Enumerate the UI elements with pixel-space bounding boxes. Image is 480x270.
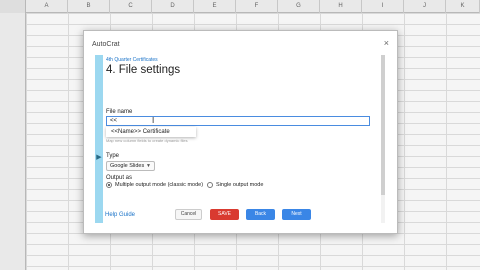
radio-multiple-output-label: Multiple output mode (classic mode) <box>115 182 204 188</box>
radio-multiple-output[interactable]: Multiple output mode (classic mode) <box>106 182 203 188</box>
autocomplete-suggestion[interactable]: <<Name>> Certificate <box>106 127 196 137</box>
type-select[interactable]: Google Slides ▼ <box>106 161 155 171</box>
radio-selected-icon[interactable] <box>106 182 112 188</box>
step-sidebar: ▶ <box>95 55 103 223</box>
radio-unselected-icon[interactable] <box>207 182 213 188</box>
type-label: Type <box>106 153 120 159</box>
close-icon[interactable]: × <box>384 38 389 48</box>
autocrat-dialog: AutoCrat × ▶ 4th Quarter Certificates 4.… <box>83 30 398 234</box>
save-button[interactable]: SAVE <box>210 209 239 220</box>
dialog-title: AutoCrat <box>92 41 120 48</box>
job-breadcrumb[interactable]: 4th Quarter Certificates <box>106 57 158 63</box>
help-guide-link[interactable]: Help Guide <box>105 212 135 218</box>
radio-single-output[interactable]: Single output mode <box>207 182 263 188</box>
scroll-thumb[interactable] <box>381 55 385 195</box>
chevron-down-icon: ▼ <box>146 163 151 169</box>
page-title: 4. File settings <box>106 64 181 76</box>
file-name-label: File name <box>106 109 133 115</box>
output-label: Output as <box>106 175 133 181</box>
file-name-input[interactable]: << <box>106 116 370 126</box>
step-content: 4th Quarter Certificates 4. File setting… <box>106 55 378 205</box>
back-button[interactable]: Back <box>246 209 275 220</box>
cancel-button[interactable]: Cancel <box>175 209 202 220</box>
dialog-scrollbar[interactable] <box>381 55 385 223</box>
expand-arrow-icon[interactable]: ▶ <box>95 153 103 163</box>
next-button[interactable]: Next <box>282 209 311 220</box>
radio-single-output-label: Single output mode <box>216 182 264 188</box>
file-name-helper: Map new column fields to create dynamic … <box>106 138 188 143</box>
text-cursor-icon: I <box>152 116 155 125</box>
type-select-value: Google Slides <box>110 163 145 169</box>
